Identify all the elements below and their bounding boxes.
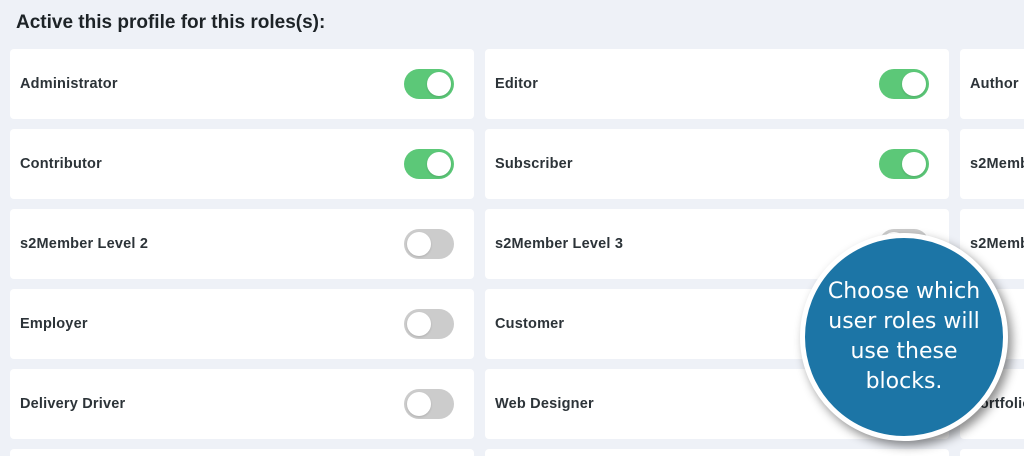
role-label: Contributor: [20, 156, 102, 172]
roles-settings-page: Active this profile for this roles(s): A…: [0, 0, 1024, 456]
toggle-knob: [902, 72, 926, 96]
section-title: Active this profile for this roles(s):: [16, 12, 326, 33]
toggle-knob: [902, 152, 926, 176]
toggle-knob: [427, 152, 451, 176]
role-toggle-subscriber[interactable]: [879, 149, 929, 179]
role-toggle-contributor[interactable]: [404, 149, 454, 179]
role-label: Subscriber: [495, 156, 573, 172]
role-label: s2Memb: [970, 236, 1024, 252]
role-toggle-delivery-driver[interactable]: [404, 389, 454, 419]
callout-text: Choose which user roles will use these b…: [827, 279, 981, 394]
role-card-employer: Employer: [10, 289, 474, 359]
role-label: s2Memb: [970, 156, 1024, 172]
toggle-knob: [407, 312, 431, 336]
role-card-author: Author: [960, 49, 1024, 119]
role-label: Delivery Driver: [20, 396, 126, 412]
role-label: Administrator: [20, 76, 118, 92]
role-toggle-s2member-level-2[interactable]: [404, 229, 454, 259]
role-card-contributor: Contributor: [10, 129, 474, 199]
role-card-subscriber: Subscriber: [485, 129, 949, 199]
role-card-delivery-driver: Delivery Driver: [10, 369, 474, 439]
role-card-next: [960, 449, 1024, 456]
role-label: s2Member Level 3: [495, 236, 624, 252]
role-card-administrator: Administrator: [10, 49, 474, 119]
role-card-s2member-level-1: s2Memb: [960, 129, 1024, 199]
callout-bubble: Choose which user roles will use these b…: [800, 233, 1008, 441]
role-label: Author: [970, 76, 1019, 92]
toggle-knob: [427, 72, 451, 96]
role-label: Customer: [495, 316, 565, 332]
role-toggle-employer[interactable]: [404, 309, 454, 339]
role-toggle-administrator[interactable]: [404, 69, 454, 99]
role-toggle-editor[interactable]: [879, 69, 929, 99]
role-card-s2member-level-2: s2Member Level 2: [10, 209, 474, 279]
role-label: Web Designer: [495, 396, 594, 412]
role-card-editor: Editor: [485, 49, 949, 119]
toggle-knob: [407, 392, 431, 416]
role-card-next: [10, 449, 474, 456]
role-label: Editor: [495, 76, 539, 92]
toggle-knob: [407, 232, 431, 256]
role-card-next: [485, 449, 949, 456]
role-label: s2Member Level 2: [20, 236, 149, 252]
role-label: Employer: [20, 316, 88, 332]
